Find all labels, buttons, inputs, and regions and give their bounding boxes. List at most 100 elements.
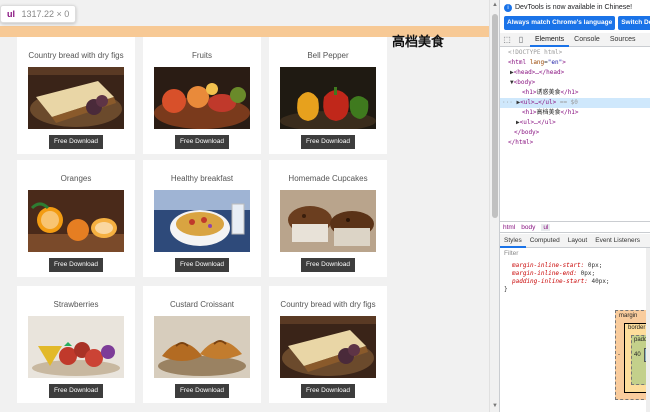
ul-text: <ul>…</ul> [520,99,557,106]
tab-styles[interactable]: Styles [500,234,526,248]
card-image-cupcakes [280,190,376,252]
card-title: Healthy breakfast [170,174,234,183]
food-card: Oranges Free Download [17,160,135,277]
css-value: 40px; [591,278,610,285]
inspect-tooltip-size: 1317.22 × 0 [21,9,70,19]
breadcrumb: html body ul [500,221,650,233]
more-dots-icon[interactable]: ··· [502,99,513,106]
free-download-button[interactable]: Free Download [175,135,229,149]
breadcrumb-body[interactable]: body [521,224,535,231]
free-download-button[interactable]: Free Download [49,384,103,398]
html-close-text: </html> [508,139,534,146]
styles-filter-input[interactable]: Filter [504,250,518,257]
ul-text: <ul>…</ul> [519,119,556,126]
page-scrollbar[interactable]: ▲ ▼ [489,0,499,412]
dom-html-open[interactable]: <html lang="en"> [500,58,650,68]
scroll-up-icon[interactable]: ▲ [492,2,498,8]
infobar-buttons: Always match Chrome's languageSwitch Dev… [500,16,650,32]
free-download-button[interactable]: Free Download [49,135,103,149]
head-text: <head>…</head> [513,69,565,76]
css-line[interactable]: padding-inline-start: 40px; [504,278,610,286]
free-download-button[interactable]: Free Download [301,258,355,272]
food-card: Homemade Cupcakes Free Download [269,160,387,277]
free-download-button[interactable]: Free Download [175,384,229,398]
tab-elements[interactable]: Elements [529,33,570,47]
box-model-dash: - [618,352,620,358]
breadcrumb-html[interactable]: html [503,224,515,231]
box-model-diagram: margin border paddi - 40 [615,310,650,400]
styles-scrollbar[interactable] [646,248,650,412]
dom-h1-first[interactable]: <h1>诱惑美食</h1> [500,88,650,98]
switch-language-button[interactable]: Switch DevT [618,16,650,30]
dom-ul-second[interactable]: ▶<ul>…</ul> [500,118,650,128]
free-download-button[interactable]: Free Download [301,384,355,398]
devtools-panel: i DevTools is now available in Chinese! A… [499,0,650,412]
tab-sources[interactable]: Sources [605,33,641,47]
device-toolbar-icon[interactable]: ▯ [514,33,528,47]
box-model-margin-label: margin [619,313,638,319]
inspect-element-icon[interactable]: ⬚ [500,33,514,47]
dom-head[interactable]: ▶<head>…</head> [500,68,650,78]
dom-body-close[interactable]: </body> [500,128,650,138]
css-value: 0px; [587,262,603,269]
always-match-language-button[interactable]: Always match Chrome's language [504,16,616,30]
css-prop: margin-inline-start: [512,262,585,269]
tab-layout[interactable]: Layout [564,234,592,248]
card-title: Homemade Cupcakes [288,174,368,183]
css-prop: margin-inline-end: [512,270,578,277]
free-download-button[interactable]: Free Download [175,258,229,272]
card-title: Fruits [192,51,212,60]
lang-attr: lang [529,59,545,66]
inspect-tooltip-tag: ul [7,9,15,19]
food-card: Custard Croissant Free Download [143,286,261,403]
html-tag: html [511,59,527,66]
card-title: Country bread with dry figs [28,51,124,60]
food-card: Strawberries Free Download [17,286,135,403]
dom-ul-selected[interactable]: ··· ▶<ul>…</ul> == $0 [500,98,650,108]
food-card: Country bread with dry figs Free Download [17,37,135,154]
dom-doctype[interactable]: <!DOCTYPE html> [500,48,650,58]
css-line[interactable]: margin-inline-start: 0px; [504,262,610,270]
card-image-breakfast [154,190,250,252]
free-download-button[interactable]: Free Download [301,135,355,149]
info-icon: i [504,4,512,12]
lang-value: "en" [547,59,563,66]
card-title: Strawberries [53,300,99,309]
card-title: Country bread with dry figs [280,300,376,309]
page-scrollbar-thumb[interactable] [492,14,498,218]
scroll-down-icon[interactable]: ▼ [492,403,498,409]
food-card: Fruits Free Download [143,37,261,154]
h1-text: 高档美食 [536,109,561,116]
dom-h1-second[interactable]: <h1>高档美食</h1> [500,108,650,118]
box-model-padding-value: 40 [634,352,641,358]
food-card: Country bread with dry figs Free Download [269,286,387,403]
card-title: Custard Croissant [169,300,235,309]
food-card: Healthy breakfast Free Download [143,160,261,277]
language-infobar: i DevTools is now available in Chinese! [500,0,650,16]
devtools-tabbar: ⬚ ▯ Elements Console Sources [500,33,650,47]
breadcrumb-ul[interactable]: ul [541,224,551,231]
tab-computed[interactable]: Computed [526,234,564,248]
body-close-text: </body> [514,129,540,136]
free-download-button[interactable]: Free Download [49,258,103,272]
dom-html-close[interactable]: </html> [500,138,650,148]
inspect-tooltip: ul 1317.22 × 0 [0,5,77,23]
tab-event-listeners[interactable]: Event Listeners [591,234,644,248]
box-model-border-label: border [628,325,646,331]
page-heading: 高档美食 [392,35,445,50]
css-prop: padding-inline-start: [512,278,588,285]
dom-tree: <!DOCTYPE html> <html lang="en"> ▶<head>… [500,48,650,220]
card-image-fruits [154,67,250,129]
h1-close: </h1> [560,109,579,116]
dom-body-open[interactable]: ▼<body> [500,78,650,88]
tab-console[interactable]: Console [569,33,605,47]
food-card: Bell Pepper Free Download [269,37,387,154]
card-image-bread [28,67,124,129]
h1-close: </h1> [560,89,579,96]
css-rule: margin-inline-start: 0px; margin-inline-… [504,262,610,294]
card-image-oranges [28,190,124,252]
body-open-text: <body> [513,79,536,86]
css-value: 0px; [580,270,596,277]
css-line[interactable]: margin-inline-end: 0px; [504,270,610,278]
card-image-strawberries [28,316,124,378]
